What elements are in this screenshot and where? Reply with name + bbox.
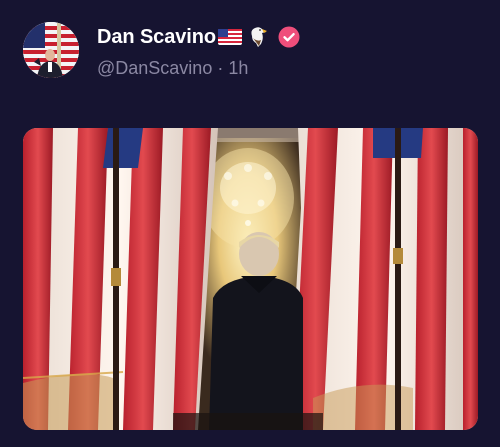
author-handle[interactable]: @DanScavino xyxy=(97,58,212,78)
meta-separator: · xyxy=(217,58,224,78)
eagle-emoji-icon xyxy=(249,26,269,48)
us-flag-emoji-icon xyxy=(217,29,242,45)
avatar-image xyxy=(23,22,79,78)
post-photo xyxy=(23,128,478,430)
author-row: Dan Scavino xyxy=(97,25,300,49)
verified-badge-icon xyxy=(278,26,300,48)
post-timestamp[interactable]: 1h xyxy=(228,58,248,78)
post-image[interactable] xyxy=(23,128,478,430)
author-avatar[interactable] xyxy=(23,22,79,78)
author-name[interactable]: Dan Scavino xyxy=(97,26,216,49)
post-meta: @DanScavino · 1h xyxy=(97,58,248,79)
